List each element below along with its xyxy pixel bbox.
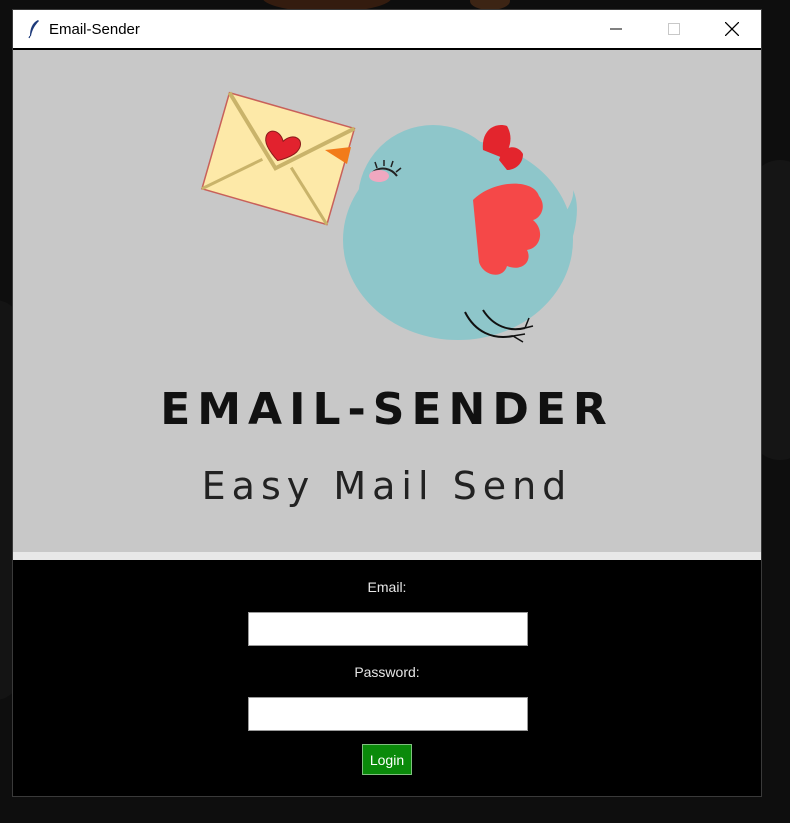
- app-window: Email-Sender EMAIL-SENDER Easy Mail Send…: [12, 9, 762, 797]
- login-form: Email: Password: Login: [13, 560, 761, 796]
- banner-image: EMAIL-SENDER Easy Mail Send: [13, 50, 761, 552]
- envelope-icon: [201, 91, 356, 226]
- email-label: Email:: [367, 579, 407, 595]
- password-field[interactable]: [248, 697, 528, 731]
- email-field[interactable]: [248, 612, 528, 646]
- window-controls: [587, 10, 761, 48]
- minimize-icon: [610, 28, 622, 30]
- bird-envelope-illustration: [201, 91, 577, 343]
- login-button[interactable]: Login: [362, 744, 412, 775]
- section-divider: [13, 552, 761, 560]
- minimize-button[interactable]: [587, 10, 645, 48]
- feather-icon: [27, 19, 41, 39]
- close-icon: [725, 22, 739, 36]
- maximize-button[interactable]: [645, 10, 703, 48]
- brand-subtitle: Easy Mail Send: [201, 464, 573, 508]
- maximize-icon: [668, 23, 680, 35]
- title-bar[interactable]: Email-Sender: [13, 10, 761, 48]
- close-button[interactable]: [703, 10, 761, 48]
- brand-title: EMAIL-SENDER: [160, 384, 614, 435]
- window-title: Email-Sender: [49, 20, 140, 38]
- password-label: Password:: [354, 664, 420, 680]
